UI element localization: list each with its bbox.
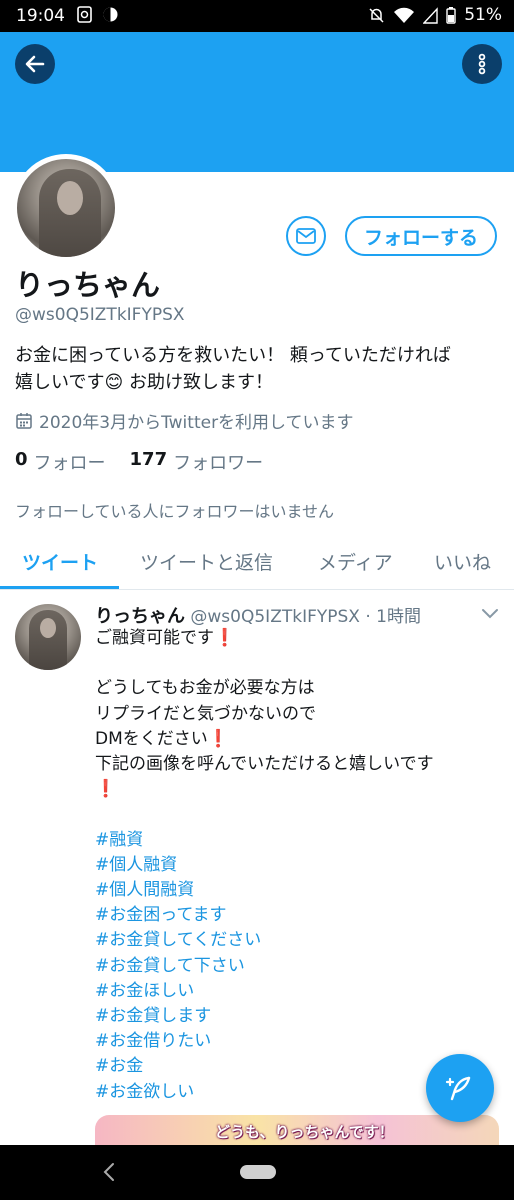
- joined-date: 2020年3月からTwitterを利用しています: [15, 408, 354, 433]
- mutual-followers-note: フォローしている人にフォロワーはいません: [15, 502, 335, 521]
- bio-line-1: お金に困っている方を救いたい！ 頼っていただければ: [15, 345, 451, 366]
- mail-icon: [296, 228, 316, 244]
- status-time: 19:04: [16, 6, 65, 26]
- profile-bio: お金に困っている方を救いたい！ 頼っていただければ 嬉しいです😊 お助け致します…: [15, 342, 505, 396]
- notification-globe-icon: [103, 7, 118, 22]
- nav-back-icon[interactable]: [100, 1160, 118, 1184]
- tab-tweets-and-replies[interactable]: ツイートと返信: [140, 548, 273, 575]
- tweet-line: 下記の画像を呼んでいただけると嬉しいです: [95, 754, 434, 774]
- hashtag-link[interactable]: #お金貸してください: [95, 928, 505, 953]
- signal-icon: [423, 6, 438, 24]
- more-options-button[interactable]: [462, 44, 502, 84]
- back-button[interactable]: [15, 44, 55, 84]
- tab-media[interactable]: メディア: [318, 548, 393, 575]
- notification-app-icon: [77, 6, 92, 23]
- battery-percent: 51%: [464, 5, 502, 25]
- bio-line-2-end: お助け致します！: [123, 372, 273, 393]
- avatar-face-shape: [57, 181, 83, 215]
- profile-handle: @ws0Q5IZTkIFYPSX: [15, 305, 185, 325]
- tweet-media-image[interactable]: どうも、りっちゃんです！: [95, 1115, 499, 1145]
- bio-line-2: 嬉しいです: [15, 372, 105, 393]
- active-tab-indicator: [0, 586, 119, 589]
- exclamation-icon: ❗: [214, 628, 236, 648]
- follow-stats: 0 フォロー 177 フォロワー: [15, 449, 263, 475]
- profile-header-banner: [0, 32, 514, 172]
- compose-icon: [445, 1076, 471, 1101]
- calendar-icon: [16, 412, 32, 429]
- compose-tweet-button[interactable]: [426, 1054, 494, 1122]
- message-button[interactable]: [286, 216, 326, 256]
- tab-tweets[interactable]: ツイート: [22, 548, 98, 575]
- hashtag-link[interactable]: #お金貸して下さい: [95, 954, 505, 979]
- exclamation-icon: ❗: [207, 728, 229, 749]
- follow-button[interactable]: フォローする: [345, 216, 497, 256]
- tweet-image-caption: どうも、りっちゃんです！: [215, 1123, 394, 1141]
- tweet-line: どうしてもお金が必要な方は: [95, 678, 315, 699]
- system-navigation-bar: [0, 1145, 514, 1200]
- tweet-separator: ·: [365, 607, 371, 627]
- tweet-text: ご融資可能です❗ どうしてもお金が必要な方は リプライだと気づかないので DMを…: [95, 626, 505, 1105]
- tweet-header: りっちゃん @ws0Q5IZTkIFYPSX · 1時間: [95, 602, 421, 628]
- tweet-time[interactable]: 1時間: [376, 607, 421, 627]
- following-count[interactable]: 0: [15, 449, 28, 475]
- hashtag-link[interactable]: #お金困ってます: [95, 903, 505, 928]
- hashtag-link[interactable]: #個人融資: [95, 853, 505, 878]
- profile-tabs: ツイート ツイートと返信 メディア いいね: [0, 536, 514, 590]
- hashtag-link[interactable]: #個人間融資: [95, 878, 505, 903]
- status-bar: 19:04 51%: [0, 0, 514, 32]
- nav-home-pill[interactable]: [240, 1165, 276, 1179]
- tweet-avatar[interactable]: [15, 604, 81, 670]
- exclamation-icon: ❗: [95, 779, 117, 800]
- back-arrow-icon: [25, 55, 45, 73]
- mute-bell-icon: [369, 7, 384, 23]
- profile-avatar[interactable]: [12, 154, 120, 262]
- wifi-icon: [394, 7, 415, 23]
- tweet-author-handle[interactable]: @ws0Q5IZTkIFYPSX: [190, 607, 360, 627]
- tweet-author-name[interactable]: りっちゃん: [95, 606, 185, 627]
- tweet-line: リプライだと気づかないので: [95, 703, 316, 724]
- tab-likes[interactable]: いいね: [434, 548, 491, 575]
- hashtag-link[interactable]: #お金ほしい: [95, 979, 505, 1004]
- tweet-line: ご融資可能です❗: [95, 628, 236, 648]
- followers-label[interactable]: フォロワー: [173, 449, 263, 475]
- hashtag-link[interactable]: #融資: [95, 828, 505, 853]
- hashtag-link[interactable]: #お金貸します: [95, 1004, 505, 1029]
- hashtag-link[interactable]: #お金借りたい: [95, 1029, 505, 1054]
- tweet-line: DMをください❗: [95, 728, 229, 749]
- chevron-down-icon[interactable]: [481, 606, 499, 620]
- following-label[interactable]: フォロー: [34, 449, 106, 475]
- followers-count[interactable]: 177: [130, 449, 168, 475]
- tweet-avatar-face-shape: [40, 618, 56, 638]
- battery-icon: [446, 6, 456, 24]
- joined-text: 2020年3月からTwitterを利用しています: [39, 413, 354, 433]
- profile-display-name: りっちゃん: [15, 268, 161, 302]
- more-vertical-icon: [478, 53, 486, 75]
- smile-emoji: 😊: [104, 372, 124, 393]
